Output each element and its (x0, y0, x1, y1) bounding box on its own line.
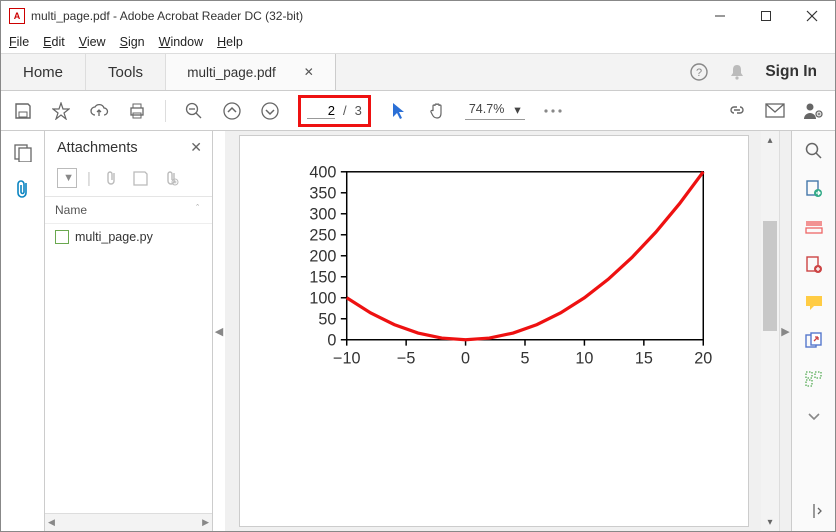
zoom-dropdown[interactable]: 74.7% ▾ (465, 102, 525, 120)
organize-pages-icon[interactable] (804, 369, 824, 389)
svg-text:15: 15 (635, 349, 653, 367)
right-tool-strip (791, 131, 835, 531)
add-attachment-icon[interactable] (161, 168, 181, 188)
zoom-caret-icon: ▾ (514, 102, 520, 117)
attachment-row[interactable]: multi_page.py (45, 224, 212, 250)
sign-in-button[interactable]: Sign In (765, 63, 817, 81)
page-up-icon[interactable] (222, 101, 242, 121)
scroll-up-icon[interactable]: ▴ (761, 131, 779, 149)
save-attachment-icon[interactable] (131, 168, 151, 188)
zoom-value: 74.7% (469, 102, 504, 116)
attachments-close-icon[interactable]: ✕ (190, 139, 202, 156)
svg-text:−10: −10 (333, 349, 360, 367)
export-pdf-icon[interactable] (804, 179, 824, 199)
cloud-upload-icon[interactable] (89, 101, 109, 121)
svg-text:10: 10 (575, 349, 593, 367)
scroll-down-icon[interactable]: ▾ (761, 513, 779, 531)
attachments-column-header[interactable]: Name ＾ (45, 197, 212, 224)
share-link-icon[interactable] (727, 101, 747, 121)
search-icon[interactable] (804, 141, 824, 161)
svg-text:0: 0 (327, 332, 336, 350)
svg-text:350: 350 (309, 185, 336, 203)
collapse-right-handle[interactable]: ▶ (779, 131, 791, 531)
thumbnails-icon[interactable] (13, 143, 33, 163)
svg-text:400: 400 (309, 164, 336, 182)
attachments-icon[interactable] (13, 179, 33, 199)
file-icon (55, 230, 69, 244)
window-title: multi_page.pdf - Adobe Acrobat Reader DC… (31, 9, 697, 23)
tab-close-icon[interactable]: ✕ (304, 65, 314, 79)
select-tool-icon[interactable] (389, 101, 409, 121)
page-total: 3 (355, 103, 362, 118)
page-indicator: / 3 (298, 95, 371, 127)
star-icon[interactable] (51, 101, 71, 121)
svg-text:50: 50 (318, 311, 336, 329)
vertical-scrollbar[interactable]: ▴ ▾ (761, 131, 779, 531)
save-icon[interactable] (13, 101, 33, 121)
acrobat-icon: A (9, 8, 25, 24)
close-button[interactable] (789, 1, 835, 31)
tab-document-label: multi_page.pdf (187, 65, 276, 80)
document-viewport[interactable]: 0 50 100 150 200 250 300 350 400 −10 −5 0 5 10 15 20 ▴ … (225, 131, 779, 531)
sort-caret-icon: ＾ (193, 203, 202, 217)
page-down-icon[interactable] (260, 101, 280, 121)
svg-text:5: 5 (520, 349, 529, 367)
page-sep: / (343, 103, 347, 118)
attachments-hscroll[interactable]: ◀ ▶ (45, 513, 212, 531)
nav-strip (1, 131, 45, 531)
main-area: Attachments ✕ ▼ | Name ＾ multi_page.py ◀… (1, 131, 835, 531)
svg-text:250: 250 (309, 227, 336, 245)
more-tools-icon[interactable] (543, 101, 563, 121)
menu-view[interactable]: View (79, 35, 106, 49)
email-icon[interactable] (765, 101, 785, 121)
print-icon[interactable] (127, 101, 147, 121)
menu-window[interactable]: Window (159, 35, 203, 49)
attachments-tools: ▼ | (45, 164, 212, 197)
svg-text:0: 0 (461, 349, 470, 367)
page-current-input[interactable] (307, 103, 335, 119)
svg-text:150: 150 (309, 269, 336, 287)
toolbar: / 3 74.7% ▾ (1, 91, 835, 131)
menu-bar: File Edit View Sign Window Help (1, 31, 835, 53)
attachments-panel: Attachments ✕ ▼ | Name ＾ multi_page.py ◀… (45, 131, 213, 531)
svg-text:20: 20 (694, 349, 712, 367)
menu-sign[interactable]: Sign (120, 35, 145, 49)
tab-document[interactable]: multi_page.pdf ✕ (166, 54, 336, 90)
title-bar: A multi_page.pdf - Adobe Acrobat Reader … (1, 1, 835, 31)
open-attachment-icon[interactable] (101, 168, 121, 188)
share-people-icon[interactable] (803, 101, 823, 121)
create-pdf-icon[interactable] (804, 255, 824, 275)
attachments-column-label: Name (55, 203, 87, 217)
tab-bar: Home Tools multi_page.pdf ✕ ? Sign In (1, 53, 835, 91)
menu-edit[interactable]: Edit (43, 35, 65, 49)
maximize-button[interactable] (743, 1, 789, 31)
svg-text:100: 100 (309, 290, 336, 308)
svg-text:?: ? (696, 67, 702, 79)
tab-tools[interactable]: Tools (86, 54, 166, 90)
hand-tool-icon[interactable] (427, 101, 447, 121)
pdf-page: 0 50 100 150 200 250 300 350 400 −10 −5 0 5 10 15 20 (239, 135, 749, 527)
zoom-out-icon[interactable] (184, 101, 204, 121)
expand-tools-icon[interactable] (804, 501, 824, 521)
attachment-filename: multi_page.py (75, 230, 153, 244)
comment-icon[interactable] (804, 293, 824, 313)
scroll-thumb[interactable] (763, 221, 777, 331)
edit-pdf-icon[interactable] (804, 217, 824, 237)
svg-text:300: 300 (309, 206, 336, 224)
collapse-left-handle[interactable]: ◀ (213, 131, 225, 531)
svg-text:−5: −5 (397, 349, 415, 367)
bell-icon[interactable] (727, 62, 747, 82)
attachments-title: Attachments (57, 140, 138, 156)
menu-file[interactable]: File (9, 35, 29, 49)
tools-chevron-down-icon[interactable] (804, 407, 824, 427)
menu-help[interactable]: Help (217, 35, 243, 49)
combine-files-icon[interactable] (804, 331, 824, 351)
minimize-button[interactable] (697, 1, 743, 31)
chart-plot: 0 50 100 150 200 250 300 350 400 −10 −5 0 5 10 15 20 (276, 160, 718, 381)
svg-text:200: 200 (309, 248, 336, 266)
attachments-options-icon[interactable]: ▼ (57, 168, 77, 188)
help-icon[interactable]: ? (689, 62, 709, 82)
tab-home[interactable]: Home (1, 54, 86, 90)
